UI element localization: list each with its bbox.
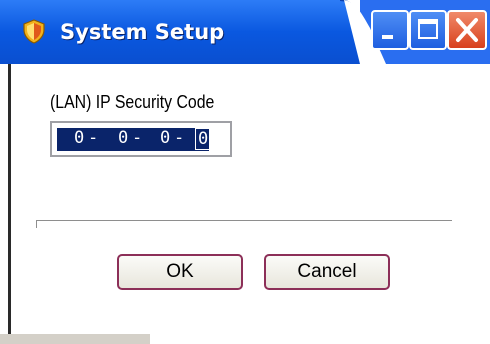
ip-security-code-label: (LAN) IP Security Code [50, 92, 215, 112]
bottom-edge [0, 334, 150, 344]
ip-segment-1[interactable]: 0 [74, 127, 84, 150]
cancel-button[interactable]: Cancel [264, 254, 390, 290]
ip-segment-2[interactable]: 0 [118, 127, 128, 150]
ip-address-input[interactable]: 0 - 0 - 0 - 0 [50, 121, 232, 157]
ip-segment-4[interactable]: 0 [195, 128, 212, 150]
ok-button[interactable]: OK [117, 254, 243, 290]
maximize-button[interactable] [409, 10, 447, 50]
title-bar[interactable]: System Setup [0, 0, 490, 64]
shield-icon [23, 19, 45, 44]
close-button[interactable] [447, 10, 487, 50]
minimize-button[interactable] [371, 10, 409, 50]
close-icon [456, 18, 478, 42]
maximize-icon [418, 19, 438, 39]
system-setup-dialog: System Setup (LAN) IP Security Code 0 - … [0, 0, 490, 344]
ip-segment-3[interactable]: 0 [160, 127, 170, 150]
separator-tick [36, 220, 37, 228]
window-title: System Setup [60, 20, 225, 44]
minimize-icon [382, 35, 393, 39]
ip-dot-3: - [174, 128, 185, 148]
ip-dot-1: - [88, 128, 99, 148]
ip-dot-2: - [132, 128, 143, 148]
separator-line [36, 220, 452, 222]
